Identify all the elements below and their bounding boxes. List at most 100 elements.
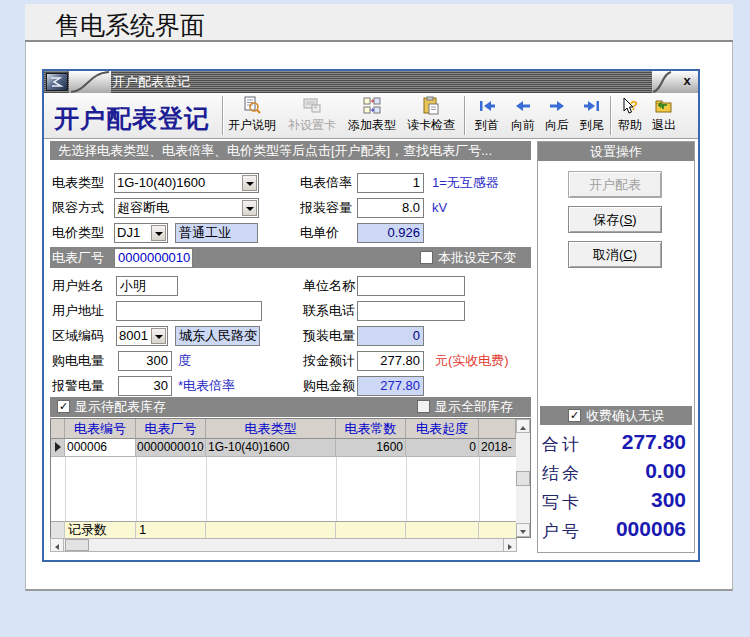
purchase-amount-field: 277.80	[357, 376, 424, 396]
grid-header-meter-no[interactable]: 电表编号	[65, 419, 136, 439]
toolbar-separator	[464, 96, 466, 135]
toolbar-button-next[interactable]: 向后	[541, 95, 573, 137]
batch-fixed-label: 本批设定不变	[438, 248, 516, 268]
scroll-left-icon[interactable]	[50, 538, 64, 552]
org-name-input[interactable]	[357, 276, 465, 296]
grid-footer-selector	[51, 521, 65, 538]
purchase-energy-hint: 度	[178, 351, 191, 371]
chevron-down-icon[interactable]	[242, 175, 257, 191]
record-count-value: 1	[136, 521, 206, 538]
address-input[interactable]	[116, 301, 262, 321]
toolbar-button-last[interactable]: 到尾	[576, 95, 608, 137]
chevron-down-icon[interactable]	[242, 200, 257, 216]
clipboard-check-icon	[421, 95, 441, 117]
capacity-input[interactable]: 8.0	[357, 198, 424, 218]
toolbar-button-add-meter-type[interactable]: 添加表型	[346, 95, 398, 137]
go-last-icon	[582, 95, 602, 117]
toolbar-button-prev[interactable]: 向前	[507, 95, 539, 137]
grid-header-factory-no[interactable]: 电表厂号	[136, 419, 206, 439]
scroll-down-icon[interactable]	[516, 523, 530, 537]
open-meter-button[interactable]: 开户配表	[568, 171, 662, 198]
price-type-label: 电价类型	[52, 223, 104, 243]
region-name-field: 城东人民路变	[175, 326, 260, 346]
meter-ratio-input[interactable]: 1	[357, 173, 424, 193]
confirm-checkbox[interactable]: ✓	[568, 409, 581, 422]
alarm-energy-hint: *电表倍率	[178, 376, 235, 396]
grid-footer-cell	[406, 521, 479, 538]
go-prev-icon	[513, 95, 533, 117]
grid-column-line	[336, 457, 337, 521]
purchase-energy-input[interactable]: 300	[118, 351, 172, 371]
chevron-down-icon[interactable]	[151, 328, 166, 344]
alarm-energy-label: 报警电量	[52, 376, 104, 396]
go-next-icon	[547, 95, 567, 117]
toolbar-button-open-help[interactable]: 开户说明	[226, 95, 278, 137]
grid-cell[interactable]: 0000000010	[136, 439, 206, 457]
scroll-right-icon[interactable]	[503, 538, 517, 552]
scroll-up-icon[interactable]	[516, 419, 530, 433]
page-title: 售电系统界面	[55, 9, 205, 42]
alarm-energy-input[interactable]: 30	[118, 376, 172, 396]
grid-column-line	[479, 457, 480, 521]
meter-ratio-hint: 1=无互感器	[432, 173, 499, 193]
by-amount-input[interactable]: 277.80	[357, 351, 424, 371]
toolbar-separator	[222, 96, 224, 135]
toolbar-button-read-card-check[interactable]: 读卡检查	[405, 95, 457, 137]
factory-no-input[interactable]: 0000000010	[114, 248, 193, 268]
row-selector-cell[interactable]	[51, 439, 65, 457]
phone-label: 联系电话	[303, 301, 355, 321]
limit-mode-select[interactable]: 超容断电	[114, 198, 259, 218]
record-count-label: 记录数	[65, 521, 136, 538]
customer-name-label: 用户姓名	[52, 276, 104, 296]
grid-cell[interactable]: 1G-10(40)1600	[206, 439, 336, 457]
show-pending-label: 显示待配表库存	[75, 397, 166, 417]
toolbar-button-first[interactable]: 到首	[471, 95, 503, 137]
purchase-energy-label: 购电电量	[52, 351, 104, 371]
instruction-banner: 先选择电表类型、电表倍率、电价类型等后点击[开户配表]，查找电表厂号...	[50, 141, 531, 160]
unit-price-field: 0.926	[357, 223, 424, 243]
grid-header-constant[interactable]: 电表常数	[336, 419, 406, 439]
toolbar-separator	[610, 96, 612, 135]
balance-value: 0.00	[645, 459, 686, 483]
grid-cell[interactable]: 2018-	[479, 439, 516, 457]
limit-mode-label: 限容方式	[52, 198, 104, 218]
cancel-button[interactable]: 取消(C)	[568, 241, 662, 268]
window-title: 开户配表登记	[112, 71, 190, 93]
account-no-value: 000006	[616, 517, 686, 541]
toolbar-button-exit[interactable]: 退出	[648, 95, 680, 137]
show-all-label: 显示全部库存	[435, 397, 513, 417]
app-window: 开户配表登记 x 开户配表登记 开户说明 * 补设置卡 添加表型 读卡检查	[42, 69, 700, 562]
grid-header-start-reading[interactable]: 电表起度	[406, 419, 479, 439]
customer-name-input[interactable]: 小明	[116, 276, 178, 296]
toolbar-app-title: 开户配表登记	[54, 102, 210, 135]
unit-price-label: 电单价	[300, 223, 339, 243]
grid-cell[interactable]: 000006	[65, 439, 136, 457]
toolbar-button-help[interactable]: ? 帮助	[614, 95, 646, 137]
batch-fixed-checkbox[interactable]	[420, 251, 433, 264]
grid-header-meter-type[interactable]: 电表类型	[206, 419, 336, 439]
chevron-down-icon[interactable]	[151, 225, 166, 241]
horizontal-scrollbar[interactable]	[50, 538, 517, 552]
grid-footer-cell	[206, 521, 336, 538]
capacity-label: 报装容量	[300, 198, 352, 218]
close-icon[interactable]: x	[678, 71, 696, 93]
total-label: 合计	[542, 433, 582, 456]
meter-type-select[interactable]: 1G-10(40)1600	[114, 173, 259, 193]
grid-footer-cell	[479, 521, 516, 538]
show-all-checkbox[interactable]	[417, 400, 430, 413]
price-type-select[interactable]: DJ1	[114, 223, 168, 243]
vertical-scroll-thumb[interactable]	[516, 471, 530, 486]
grid-cell[interactable]: 0	[406, 439, 479, 457]
capacity-hint: kV	[432, 198, 447, 218]
write-card-value: 300	[651, 488, 686, 512]
save-button[interactable]: 保存(S)	[568, 206, 662, 233]
titlebar-curve-left	[69, 71, 111, 93]
region-code-select[interactable]: 8001	[116, 326, 168, 346]
grid-cell[interactable]: 1600	[336, 439, 406, 457]
horizontal-scroll-thumb[interactable]	[65, 539, 89, 551]
show-pending-checkbox[interactable]: ✓	[57, 400, 70, 413]
toolbar-button-reissue-card[interactable]: * 补设置卡	[286, 95, 338, 137]
org-name-label: 单位名称	[303, 276, 355, 296]
phone-input[interactable]	[357, 301, 465, 321]
account-no-label: 户号	[542, 520, 582, 543]
